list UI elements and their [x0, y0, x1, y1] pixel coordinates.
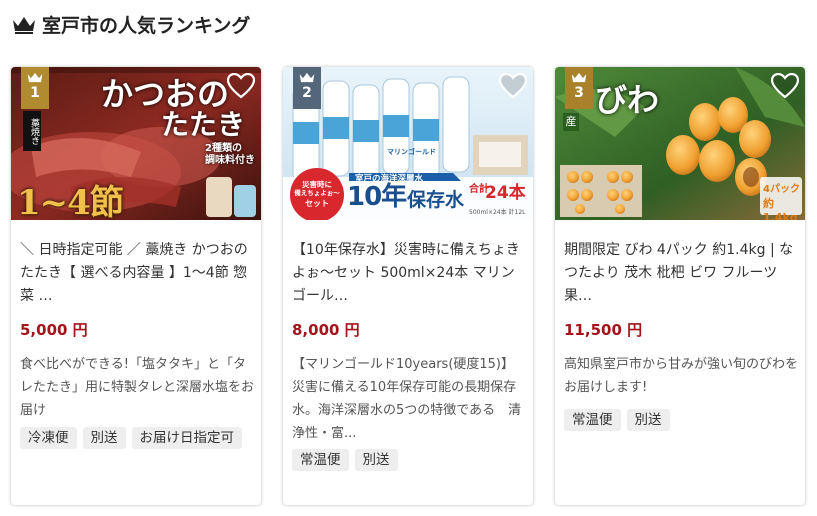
product-description: 食べ比べができる!「塩タタキ」と「タレたたき」用に特製タレと深層水塩をお届け — [20, 357, 255, 418]
rank-badge: 2 — [293, 67, 321, 109]
bottle-label: マリンゴールド — [387, 148, 436, 156]
crown-icon — [299, 72, 315, 83]
rank-badge: 1 — [21, 67, 49, 109]
count-text-2: 24本 — [485, 183, 526, 203]
product-card-2[interactable]: 災害時に 備えちょよぉ〜 セット 室戸の海洋深層水 10年 保存水 合計 24本… — [283, 67, 533, 505]
tag: 別送 — [354, 449, 398, 471]
rank-number: 3 — [574, 85, 584, 101]
product-price: 8,000 円 — [292, 321, 360, 339]
product-card-3[interactable]: びわ 産 4パック 約1.4kg 3 期間限定 びわ 4パック 約1.4kg |… — [555, 67, 805, 505]
heart-icon[interactable] — [499, 73, 527, 99]
tag-list: 冷凍便 別送 お届け日指定可 — [20, 427, 254, 455]
crown-icon — [571, 72, 587, 83]
image-badge: 藁焼き — [23, 111, 41, 151]
image-badge: 産 — [563, 113, 579, 131]
tag: お届け日指定可 — [131, 427, 242, 449]
rank-number: 2 — [302, 85, 312, 101]
image-note-1: 2種類の — [205, 143, 242, 154]
product-title[interactable]: ＼ 日時指定可能 ／ 藁焼き かつおのたたき【 選べる内容量 】1～4節 惣菜 … — [20, 239, 254, 308]
tag-list: 常温便 別送 — [292, 449, 526, 477]
product-description: 高知県室戸市から甘みが強い旬のびわをお届けします! — [564, 357, 799, 395]
big-text: 10年 — [347, 182, 407, 212]
crown-icon — [13, 16, 35, 34]
section-title: 室戸市の人気ランキング — [42, 15, 251, 37]
product-title[interactable]: 【10年保存水】災害時に備えちょきよぉ～セット 500ml×24本 マリンゴール… — [292, 239, 526, 308]
pack-text-1: 4パック — [763, 184, 800, 195]
product-card-1[interactable]: かつおの たたき 藁焼き 2種類の 調味料付き 1~4節 1 ＼ 日時指定可能 … — [11, 67, 261, 505]
crown-icon — [27, 72, 43, 83]
product-price: 11,500 円 — [564, 321, 643, 339]
image-headline-2: たたき — [161, 108, 246, 141]
rank-badge: 3 — [565, 67, 593, 109]
product-price: 5,000 円 — [20, 321, 88, 339]
rank-number: 1 — [30, 85, 40, 101]
heart-icon[interactable] — [227, 73, 255, 99]
tag: 別送 — [82, 427, 126, 449]
tag: 別送 — [626, 409, 670, 431]
circle-text-2: 備えちょよぉ〜 — [294, 189, 340, 197]
image-headline: びわ — [595, 81, 660, 119]
small-text: 500ml×24本 計12L — [469, 209, 526, 216]
circle-text-3: セット — [305, 199, 329, 208]
tag: 常温便 — [292, 449, 349, 471]
image-note-2: 調味料付き — [205, 155, 255, 166]
tag: 冷凍便 — [20, 427, 77, 449]
product-description: 【マリンゴールド10years(硬度15)】災害に備える10年保存可能の長期保存… — [292, 357, 522, 441]
section-heading: 室戸市の人気ランキング — [12, 11, 250, 38]
tag: 常温便 — [564, 409, 621, 431]
big-text-2: 保存水 — [407, 189, 465, 211]
heart-icon[interactable] — [771, 73, 799, 99]
product-title[interactable]: 期間限定 びわ 4パック 約1.4kg | なつたより 茂木 枇杷 ビワ フルー… — [564, 239, 798, 308]
tag-list: 常温便 別送 — [564, 409, 798, 437]
image-count: 1~4節 — [17, 183, 124, 220]
pack-text-2: 約1.4kg — [763, 197, 798, 220]
circle-text-1: 災害時に — [302, 180, 332, 189]
